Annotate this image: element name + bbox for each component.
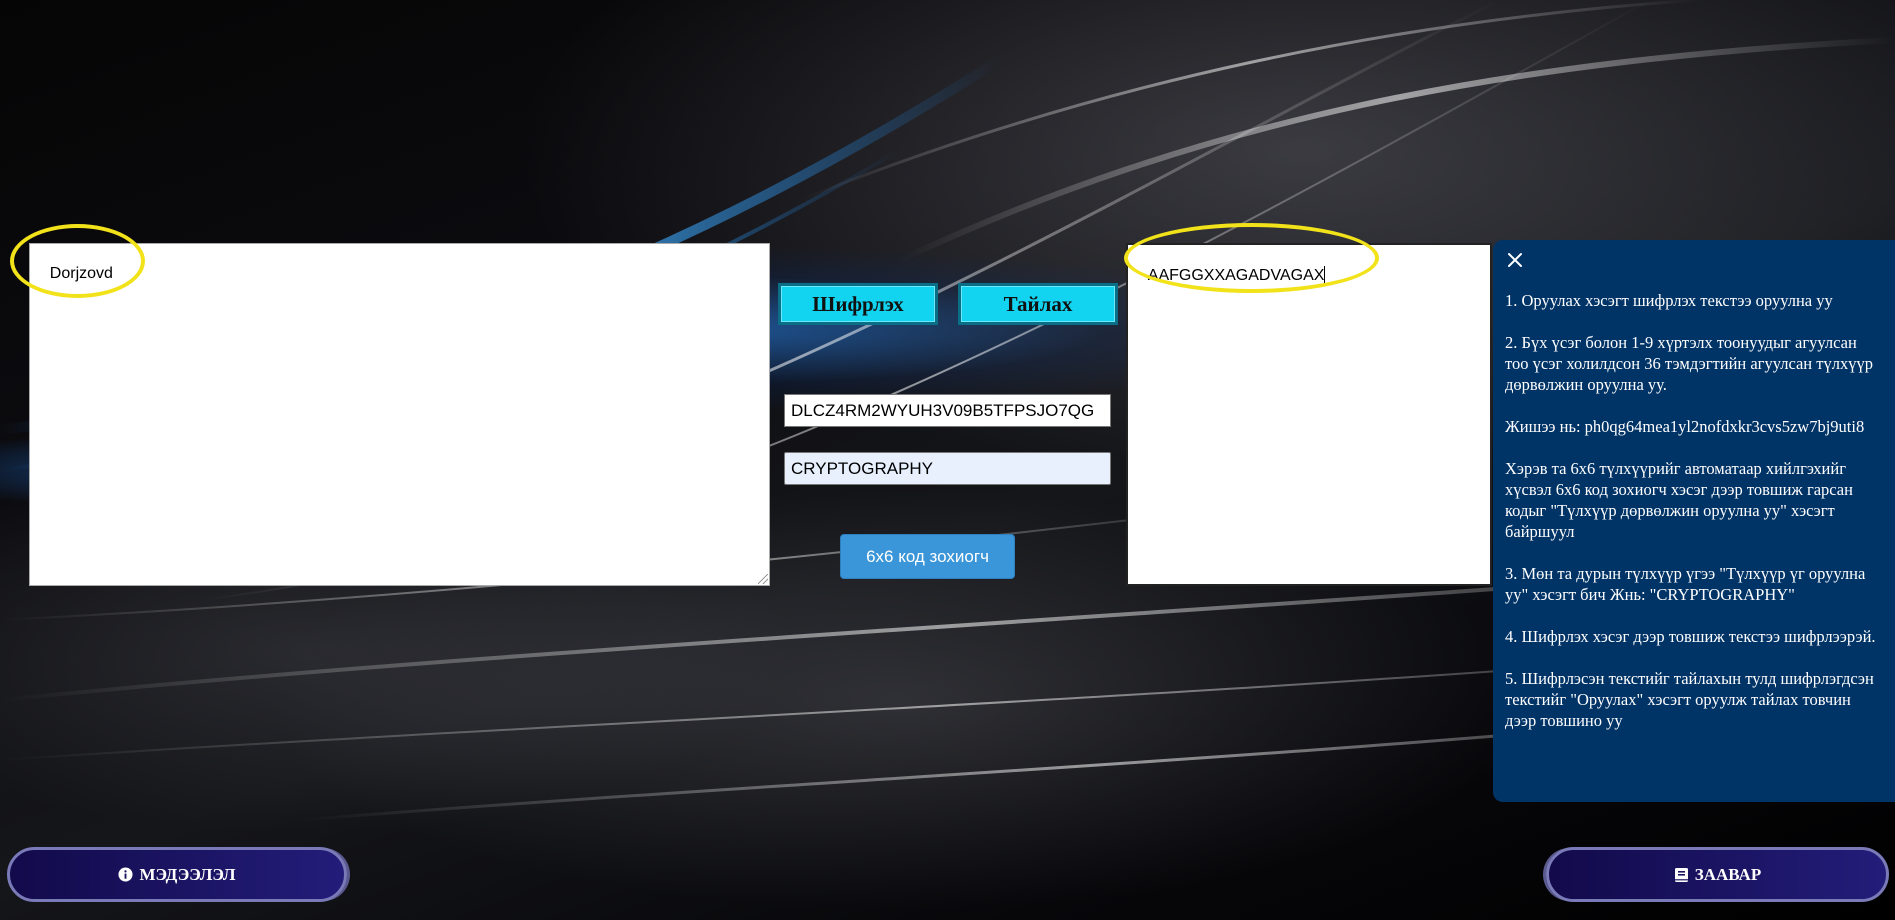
key-square-input[interactable]: DLCZ4RM2WYUH3V09B5TFPSJO7QG <box>784 394 1111 427</box>
guide-button-label: ЗААВАР <box>1694 864 1762 884</box>
plaintext-input[interactable]: Dorjzovd <box>29 243 770 586</box>
encrypt-button[interactable]: Шифрлэх <box>778 283 938 325</box>
info-circle-icon <box>118 867 133 882</box>
close-icon[interactable] <box>1506 251 1524 269</box>
instructions-panel: 1. Оруулах хэсэгт шифрлэх текстээ оруулн… <box>1493 240 1895 802</box>
resize-grip[interactable] <box>758 574 768 584</box>
instruction-step: 1. Оруулах хэсэгт шифрлэх текстээ оруулн… <box>1505 291 1833 310</box>
instruction-step: 5. Шифрлэсэн текстийг тайлахын тулд шифр… <box>1505 669 1874 730</box>
instruction-step: 2. Бүх үсэг болон 1-9 хүртэлх тоонуудыг … <box>1505 333 1873 394</box>
text-caret <box>1324 266 1326 283</box>
info-button[interactable]: МЭДЭЭЛЭЛ <box>7 847 347 902</box>
ciphertext-value: AAFGGXXAGADVAGAX <box>1147 267 1325 284</box>
plaintext-value: Dorjzovd <box>49 265 113 282</box>
guide-button[interactable]: ЗААВАР <box>1546 847 1889 902</box>
app-background: Dorjzovd AAFGGXXAGADVAGAX Шифрлэх Тайлах… <box>0 0 1895 920</box>
instruction-example: Жишээ нь: ph0qg64mea1yl2nofdxkr3cvs5zw7b… <box>1505 417 1865 436</box>
decrypt-button[interactable]: Тайлах <box>958 283 1118 325</box>
code-generator-button[interactable]: 6x6 код зохиогч <box>840 534 1015 579</box>
ciphertext-output[interactable]: AAFGGXXAGADVAGAX <box>1126 243 1492 586</box>
book-icon <box>1674 867 1689 883</box>
info-button-label: МЭДЭЭЛЭЛ <box>139 864 236 884</box>
instruction-step: 4. Шифрлэх хэсэг дээр товшиж текстээ шиф… <box>1505 627 1876 646</box>
instruction-step: 3. Мөн та дурын түлхүүр үгээ "Түлхүүр үг… <box>1505 564 1866 604</box>
instruction-step: Хэрэв та 6х6 түлхүүрийг автоматаар хийлг… <box>1505 459 1853 541</box>
keyword-input[interactable]: CRYPTOGRAPHY <box>784 452 1111 485</box>
